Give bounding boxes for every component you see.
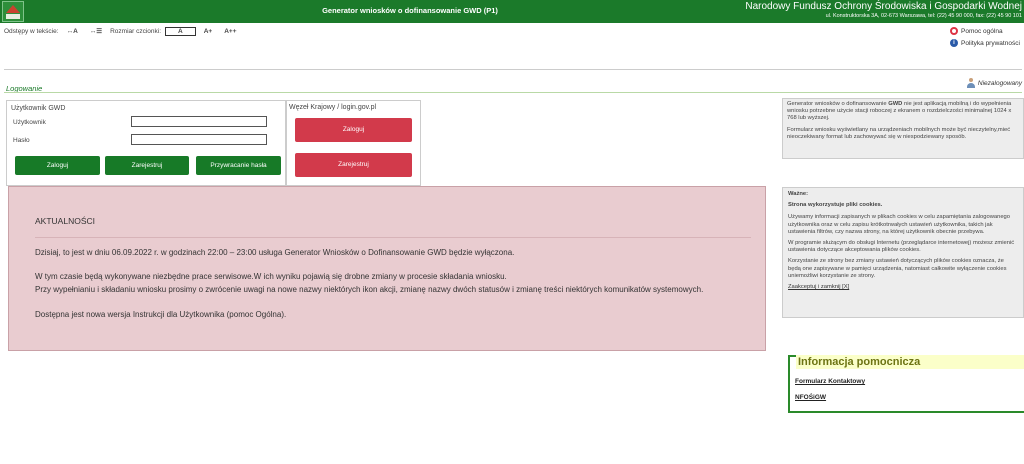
nfosigw-link[interactable]: NFOŚiGW <box>795 394 826 401</box>
help-info-title: Informacja pomocnicza <box>796 355 1024 369</box>
password-reset-button[interactable]: Przywracanie hasła <box>196 156 281 175</box>
national-node-title: Węzeł Krajowy / login.gov.pl <box>289 104 377 111</box>
user-status-label: Niezalogowany <box>977 79 1022 87</box>
password-label: Hasło <box>13 137 30 144</box>
spacing-label: Odstępy w tekście: <box>4 27 59 35</box>
gwd-register-button[interactable]: Zarejestruj <box>105 156 189 175</box>
privacy-policy-label[interactable]: Polityka prywatności <box>961 40 1020 47</box>
org-address: ul. Konstruktorska 3A, 02-673 Warszawa, … <box>825 13 1022 19</box>
news-divider <box>35 237 751 238</box>
gwd-login-button[interactable]: Zaloguj <box>15 156 100 175</box>
cookies-accept-link[interactable]: Zaakceptuj i zamknij [X] <box>788 284 849 290</box>
privacy-policy-link[interactable]: i Polityka prywatności <box>950 37 1020 49</box>
top-header-bar: Generator wniosków o dofinansowanie GWD … <box>0 0 1024 23</box>
general-help-label[interactable]: Pomoc ogólna <box>961 28 1003 35</box>
news-paragraph-4: Dostępna jest nowa wersja Instrukcji dla… <box>35 310 287 319</box>
news-paragraph-3: Przy wypełnianiu i składaniu wniosku pro… <box>35 285 704 294</box>
username-label: Użytkownik <box>13 119 46 126</box>
gwd-login-box: Użytkownik GWD Użytkownik Hasło Zaloguj … <box>6 100 287 186</box>
font-size-large-button[interactable]: A+ <box>200 27 217 36</box>
help-links: Pomoc ogólna i Polityka prywatności <box>950 25 1020 49</box>
national-node-login-button[interactable]: Zaloguj <box>295 118 412 142</box>
font-size-label: Rozmiar czcionki: <box>110 27 162 35</box>
user-status: Niezalogowany <box>966 78 1022 88</box>
line-spacing-button[interactable]: ↔☰ <box>86 27 106 36</box>
mobile-info-box: Generator wniosków o dofinansowanie GWD … <box>782 98 1024 159</box>
mobile-info-paragraph-1: Generator wniosków o dofinansowanie GWD … <box>787 101 1019 123</box>
cookies-notice: Ważne: Strona wykorzystuje pliki cookies… <box>782 187 1024 318</box>
cookies-paragraph-3: Korzystanie ze strony bez zmiany ustawie… <box>788 258 1007 279</box>
divider <box>4 69 1022 70</box>
mobile-info-paragraph-2: Formularz wniosku wyświetlany na urządze… <box>787 126 1011 140</box>
lifebuoy-icon <box>950 27 958 35</box>
password-input[interactable] <box>131 134 267 145</box>
contact-form-link[interactable]: Formularz Kontaktowy <box>795 378 865 385</box>
news-heading: AKTUALNOŚCI <box>35 216 95 226</box>
info-icon: i <box>950 39 958 47</box>
news-paragraph-1: Dzisiaj, to jest w dniu 06.09.2022 r. w … <box>35 248 515 257</box>
general-help-link[interactable]: Pomoc ogólna <box>950 25 1020 37</box>
cookies-paragraph-1: Używamy informacji zapisanych w plikach … <box>788 214 1010 235</box>
font-size-normal-button[interactable]: A <box>165 26 196 36</box>
org-name: Narodowy Fundusz Ochrony Środowiska i Go… <box>745 1 1022 12</box>
national-node-login-box: Węzeł Krajowy / login.gov.pl Zaloguj Zar… <box>285 100 421 186</box>
username-input[interactable] <box>131 116 267 127</box>
cookies-paragraph-2: W programie służącym do obsługi Internet… <box>788 240 1015 254</box>
gwd-bold-text: GWD <box>888 101 903 107</box>
letter-spacing-button[interactable]: ↔A <box>63 27 82 36</box>
gwd-login-title: Użytkownik GWD <box>11 105 66 112</box>
mobile-info-text: Generator wniosków o dofinansowanie <box>787 101 889 107</box>
national-node-register-button[interactable]: Zarejestruj <box>295 153 412 177</box>
divider <box>4 92 1022 93</box>
app-title: Generator wniosków o dofinansowanie GWD … <box>322 6 498 15</box>
cookies-title: Ważne: <box>788 191 809 197</box>
user-icon <box>966 78 975 88</box>
font-size-xlarge-button[interactable]: A++ <box>220 27 240 36</box>
help-info-box: Informacja pomocnicza Formularz Kontakto… <box>788 355 1024 413</box>
cookies-subtitle: Strona wykorzystuje pliki cookies. <box>788 202 883 209</box>
news-paragraph-2: W tym czasie będą wykonywane niezbędne p… <box>35 272 507 281</box>
news-panel: AKTUALNOŚCI Dzisiaj, to jest w dniu 06.0… <box>8 186 766 351</box>
help-info-bottom-border <box>788 411 1024 413</box>
accessibility-toolbar: Odstępy w tekście: ↔A ↔☰ Rozmiar czcionk… <box>4 26 241 36</box>
